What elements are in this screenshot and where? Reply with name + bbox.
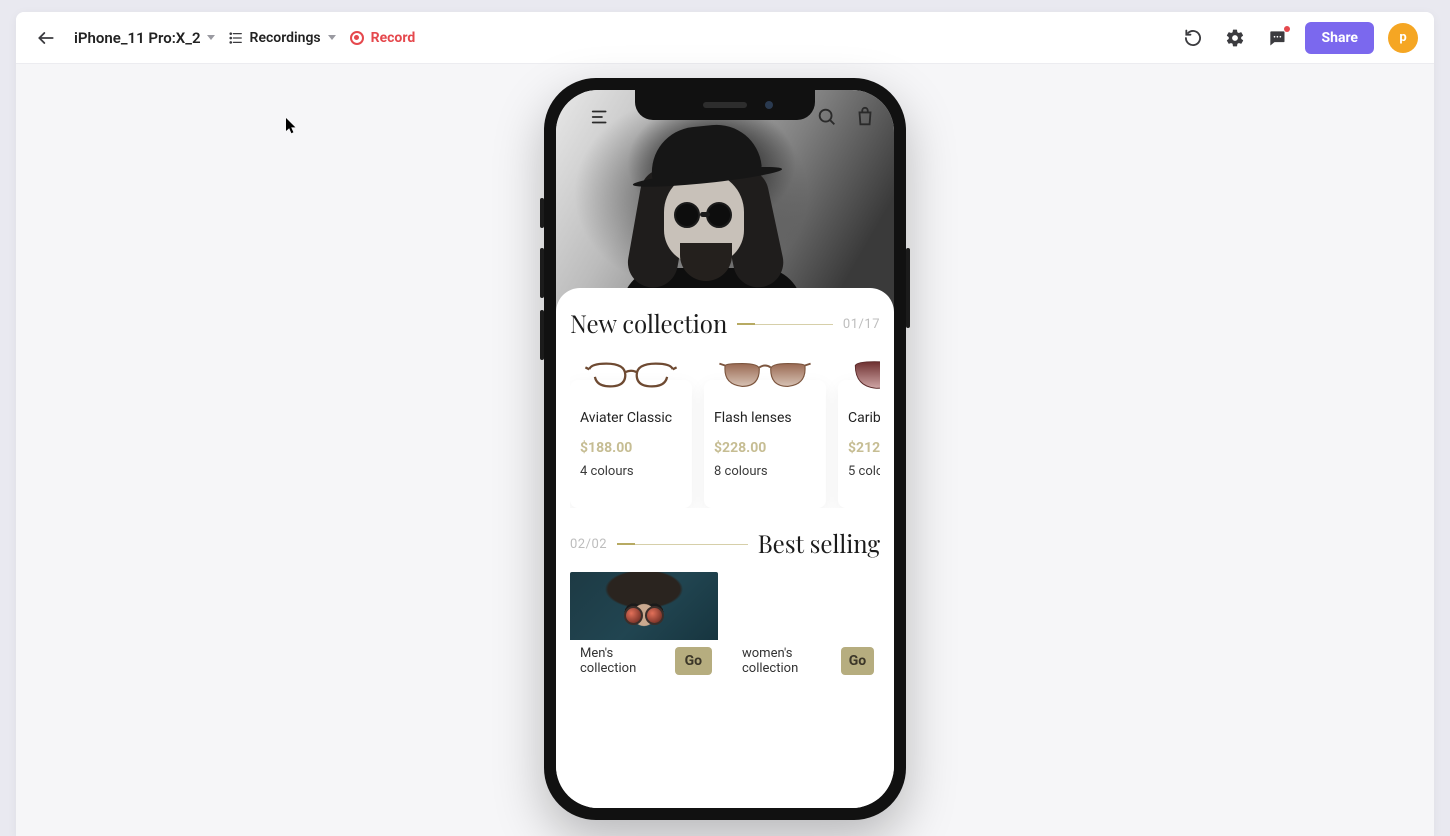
- device-screen[interactable]: New collection 01/17: [556, 90, 894, 808]
- share-label: Share: [1321, 30, 1358, 46]
- product-name: Flash lenses: [714, 410, 816, 426]
- section-pager: 02/02: [570, 537, 607, 552]
- tile-row: Men's collection Go: [570, 572, 880, 688]
- divider: [737, 324, 833, 325]
- content-sheet: New collection 01/17: [556, 288, 894, 808]
- tile-label: Men's collection: [580, 646, 667, 677]
- product-image: [852, 356, 881, 394]
- divider: [617, 544, 748, 545]
- go-button[interactable]: Go: [675, 647, 712, 675]
- hero-image: [556, 90, 894, 320]
- product-name: Aviater Classic: [580, 410, 682, 426]
- user-avatar[interactable]: p: [1388, 23, 1418, 53]
- go-label: Go: [685, 653, 702, 669]
- recordings-label: Recordings: [250, 30, 321, 46]
- product-name: Caribbean: [848, 410, 880, 426]
- product-image: [584, 356, 679, 394]
- product-price: $188.00: [580, 440, 682, 456]
- product-colours: 8 colours: [714, 464, 816, 479]
- avatar-initial: p: [1399, 30, 1406, 45]
- share-button[interactable]: Share: [1305, 22, 1374, 54]
- back-button[interactable]: [32, 24, 60, 52]
- record-icon: [350, 31, 364, 45]
- section-title: Best selling: [758, 528, 880, 560]
- settings-button[interactable]: [1221, 24, 1249, 52]
- device-notch: [635, 90, 815, 120]
- product-scroll[interactable]: Aviater Classic $188.00 4 colours: [570, 352, 880, 508]
- product-price: $212.00: [848, 440, 880, 456]
- product-colours: 5 colours: [848, 464, 880, 479]
- list-icon: [229, 31, 243, 45]
- product-colours: 4 colours: [580, 464, 682, 479]
- topbar: iPhone_11 Pro:X_2 Recordings Record: [16, 12, 1434, 64]
- record-label: Record: [371, 30, 416, 46]
- comments-button[interactable]: [1263, 24, 1291, 52]
- section-title: New collection: [570, 308, 727, 340]
- product-card[interactable]: Flash lenses $228.00 8 colours: [704, 364, 826, 508]
- collection-tile-women[interactable]: women's collection Go: [732, 572, 880, 682]
- canvas: New collection 01/17: [16, 64, 1434, 836]
- product-card[interactable]: Aviater Classic $188.00 4 colours: [570, 364, 692, 508]
- device-frame: New collection 01/17: [544, 78, 906, 820]
- refresh-button[interactable]: [1179, 24, 1207, 52]
- chevron-down-icon: [328, 35, 336, 40]
- section-pager: 01/17: [843, 317, 880, 332]
- go-label: Go: [849, 653, 866, 669]
- search-icon[interactable]: [816, 106, 838, 128]
- product-card[interactable]: Caribbean $212.00 5 colours: [838, 364, 880, 508]
- collection-tile-men[interactable]: Men's collection Go: [570, 572, 718, 682]
- recordings-dropdown[interactable]: Recordings: [229, 30, 336, 46]
- menu-icon[interactable]: [590, 106, 612, 128]
- bag-icon[interactable]: [854, 106, 876, 128]
- go-button[interactable]: Go: [841, 647, 874, 675]
- product-price: $228.00: [714, 440, 816, 456]
- section-header-best-selling: Best selling 02/02: [570, 528, 880, 560]
- product-image: [718, 356, 813, 394]
- device-name-label: iPhone_11 Pro:X_2: [74, 29, 201, 47]
- device-name-dropdown[interactable]: iPhone_11 Pro:X_2: [74, 29, 215, 47]
- chevron-down-icon: [207, 35, 215, 40]
- tile-label: women's collection: [742, 646, 833, 677]
- record-button[interactable]: Record: [350, 30, 416, 46]
- section-header-new-collection: New collection 01/17: [570, 308, 880, 340]
